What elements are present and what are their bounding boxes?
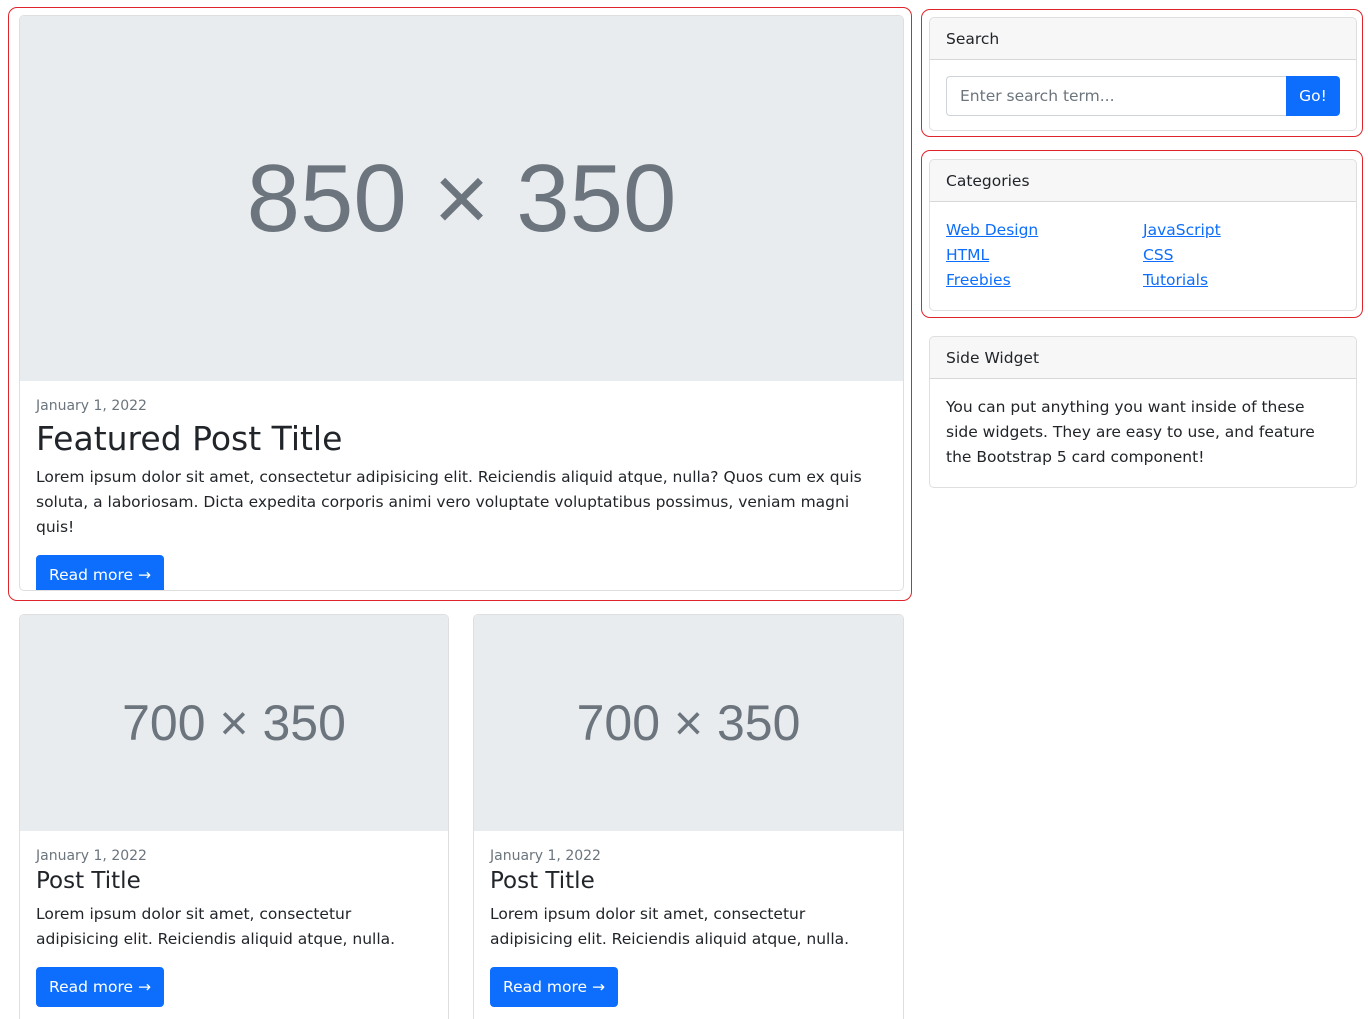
- category-link-freebies[interactable]: Freebies: [946, 271, 1011, 289]
- featured-post-card: 850 × 350 January 1, 2022 Featured Post …: [19, 15, 904, 591]
- post-image-label: 700 × 350: [122, 695, 346, 751]
- categories-list-right: JavaScript CSS Tutorials: [1143, 218, 1340, 293]
- categories-widget-header: Categories: [930, 160, 1356, 202]
- featured-image-label: 850 × 350: [246, 144, 677, 252]
- post-card: 700 × 350 January 1, 2022 Post Title Lor…: [19, 614, 449, 1019]
- search-widget-header: Search: [930, 18, 1356, 60]
- post-card: 700 × 350 January 1, 2022 Post Title Lor…: [473, 614, 904, 1019]
- category-item: CSS: [1143, 243, 1340, 268]
- featured-post-date: January 1, 2022: [36, 398, 147, 414]
- categories-list-left: Web Design HTML Freebies: [946, 218, 1143, 293]
- search-input[interactable]: Enter search term...: [946, 76, 1286, 116]
- featured-post-image[interactable]: 850 × 350: [20, 16, 903, 381]
- post-date: January 1, 2022: [490, 848, 601, 864]
- category-link-css[interactable]: CSS: [1143, 246, 1174, 264]
- post-title: Post Title: [36, 868, 141, 894]
- featured-post-text: Lorem ipsum dolor sit amet, consectetur …: [36, 468, 862, 536]
- side-widget-header: Side Widget: [930, 337, 1356, 379]
- category-item: Tutorials: [1143, 268, 1340, 293]
- featured-post-title: Featured Post Title: [36, 419, 343, 458]
- search-go-button[interactable]: Go!: [1286, 76, 1340, 116]
- category-item: Web Design: [946, 218, 1143, 243]
- search-widget: Search Enter search term... Go!: [929, 17, 1357, 131]
- category-link-javascript[interactable]: JavaScript: [1143, 221, 1221, 239]
- side-widget: Side Widget You can put anything you wan…: [929, 336, 1357, 488]
- post-text: Lorem ipsum dolor sit amet, consectetur …: [36, 905, 396, 948]
- category-item: JavaScript: [1143, 218, 1340, 243]
- post-image[interactable]: 700 × 350: [474, 615, 903, 831]
- category-item: Freebies: [946, 268, 1143, 293]
- post-image-label: 700 × 350: [576, 695, 801, 751]
- side-widget-text: You can put anything you want inside of …: [946, 398, 1315, 466]
- post-read-more-button[interactable]: Read more →: [36, 967, 164, 1007]
- category-link-web-design[interactable]: Web Design: [946, 221, 1038, 239]
- search-input-group: Enter search term... Go!: [946, 76, 1340, 116]
- post-image[interactable]: 700 × 350: [20, 615, 448, 831]
- category-link-html[interactable]: HTML: [946, 246, 989, 264]
- category-link-tutorials[interactable]: Tutorials: [1143, 271, 1208, 289]
- post-date: January 1, 2022: [36, 848, 147, 864]
- categories-widget: Categories Web Design HTML Freebies Java…: [929, 159, 1357, 311]
- featured-read-more-button[interactable]: Read more →: [36, 555, 164, 590]
- post-read-more-button[interactable]: Read more →: [490, 967, 618, 1007]
- post-text: Lorem ipsum dolor sit amet, consectetur …: [490, 905, 850, 948]
- categories-lists: Web Design HTML Freebies JavaScript CSS …: [930, 202, 1356, 309]
- category-item: HTML: [946, 243, 1143, 268]
- post-title: Post Title: [490, 868, 595, 894]
